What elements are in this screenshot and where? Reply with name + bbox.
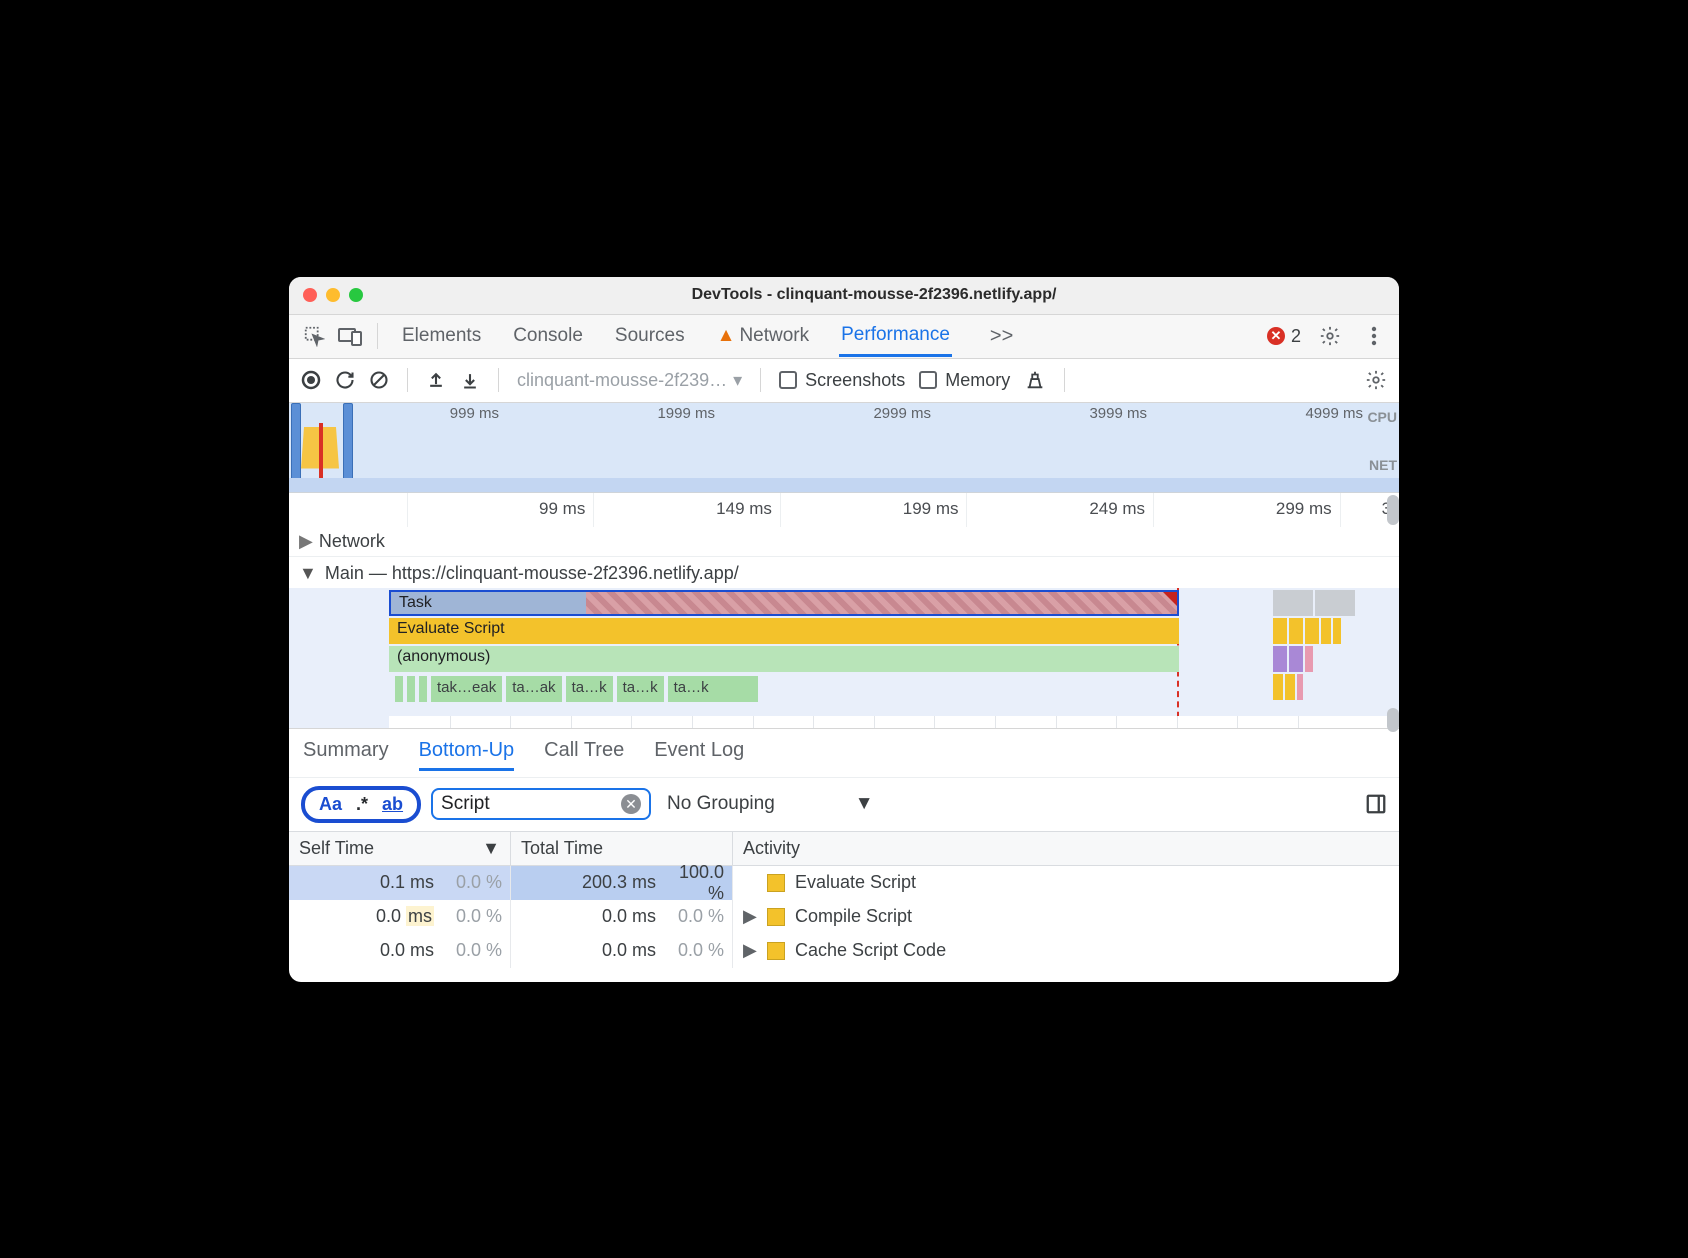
chevron-down-icon: ▾ [733, 370, 742, 391]
window-controls [303, 288, 363, 302]
tab-event-log[interactable]: Event Log [654, 739, 744, 771]
kebab-menu-icon[interactable] [1359, 321, 1389, 351]
sort-desc-icon: ▼ [482, 838, 500, 859]
filter-bar: Aa .* ab Script ✕ No Grouping ▼ [289, 777, 1399, 831]
warning-icon: ▲ [717, 325, 736, 346]
detail-tabstrip: Summary Bottom-Up Call Tree Event Log [289, 728, 1399, 777]
tab-elements[interactable]: Elements [400, 317, 483, 355]
dock-side-icon[interactable] [1365, 793, 1387, 815]
devtools-window: DevTools - clinquant-mousse-2f2396.netli… [289, 277, 1399, 982]
reload-record-icon[interactable] [335, 370, 355, 390]
scrollbar-thumb[interactable] [1387, 495, 1399, 525]
tab-console[interactable]: Console [511, 317, 585, 355]
time-ruler: 99 ms 149 ms 199 ms 249 ms 299 ms 3 [289, 493, 1399, 527]
flame-bar[interactable]: ta…k [566, 676, 613, 702]
collapse-icon: ▶ [299, 531, 313, 552]
download-icon[interactable] [460, 370, 480, 390]
flame-micro-row: tak…eak ta…ak ta…k ta…k ta…k [395, 676, 758, 702]
main-track-header[interactable]: ▼ Main — https://clinquant-mousse-2f2396… [289, 557, 1399, 584]
error-count: 2 [1291, 326, 1301, 347]
chevron-down-icon: ▼ [855, 793, 874, 815]
flame-tail [1273, 590, 1393, 722]
garbage-collect-icon[interactable] [1024, 369, 1046, 391]
color-swatch [767, 908, 785, 926]
overview-minimap[interactable]: 999 ms1999 ms2999 ms3999 ms4999 ms CPU N… [289, 403, 1399, 493]
tabs-overflow[interactable]: >> [990, 325, 1013, 348]
match-options-highlight: Aa .* ab [301, 786, 421, 823]
expand-icon[interactable]: ▶ [743, 940, 757, 961]
flame-bar[interactable]: ta…k [617, 676, 664, 702]
color-swatch [767, 874, 785, 892]
memory-checkbox[interactable]: Memory [919, 370, 1010, 391]
regex-button[interactable]: .* [356, 794, 368, 815]
titlebar: DevTools - clinquant-mousse-2f2396.netli… [289, 277, 1399, 315]
table-row[interactable]: 0.0 ms0.0 % 0.0 ms0.0 % ▶Compile Script [289, 900, 1399, 934]
col-self-time[interactable]: Self Time▼ [289, 832, 511, 865]
minimize-icon[interactable] [326, 288, 340, 302]
window-title: DevTools - clinquant-mousse-2f2396.netli… [363, 286, 1385, 304]
table-body: 0.1 ms0.0 % 200.3 ms100.0 % Evaluate Scr… [289, 866, 1399, 968]
clear-filter-icon[interactable]: ✕ [621, 794, 641, 814]
whole-word-button[interactable]: ab [382, 794, 403, 815]
close-icon[interactable] [303, 288, 317, 302]
tab-network[interactable]: ▲Network [715, 317, 812, 355]
flame-bar[interactable]: tak…eak [431, 676, 502, 702]
screenshots-checkbox[interactable]: Screenshots [779, 370, 905, 391]
expand-icon[interactable]: ▶ [743, 906, 757, 927]
scrollbar-thumb[interactable] [1387, 708, 1399, 732]
record-icon[interactable] [301, 370, 321, 390]
col-total-time[interactable]: Total Time [511, 832, 733, 865]
capture-settings-icon[interactable] [1365, 369, 1387, 391]
flame-bar-task[interactable]: Task [389, 590, 1179, 616]
net-track-label: NET [1367, 457, 1397, 473]
panel-tabstrip: Elements Console Sources ▲Network Perfor… [289, 315, 1399, 359]
grouping-select[interactable]: No Grouping ▼ [667, 793, 874, 815]
settings-icon[interactable] [1315, 321, 1345, 351]
device-toggle-icon[interactable] [335, 321, 365, 351]
table-row[interactable]: 0.1 ms0.0 % 200.3 ms100.0 % Evaluate Scr… [289, 866, 1399, 900]
inspect-icon[interactable] [299, 321, 329, 351]
flame-chart[interactable]: 99 ms 149 ms 199 ms 249 ms 299 ms 3 ▶ Ne… [289, 493, 1399, 728]
color-swatch [767, 942, 785, 960]
tab-performance[interactable]: Performance [839, 316, 952, 357]
network-track-header[interactable]: ▶ Network [289, 527, 1399, 557]
table-header: Self Time▼ Total Time Activity [289, 831, 1399, 866]
filter-input[interactable]: Script ✕ [431, 788, 651, 820]
tab-call-tree[interactable]: Call Tree [544, 739, 624, 771]
flame-bar-evaluate-script[interactable]: Evaluate Script [389, 618, 1179, 644]
overview-ticks: 999 ms1999 ms2999 ms3999 ms4999 ms [289, 405, 1369, 422]
upload-icon[interactable] [426, 370, 446, 390]
clear-icon[interactable] [369, 370, 389, 390]
error-icon: ✕ [1267, 327, 1285, 345]
tab-sources[interactable]: Sources [613, 317, 687, 355]
match-case-button[interactable]: Aa [319, 794, 342, 815]
tab-bottom-up[interactable]: Bottom-Up [419, 739, 515, 771]
error-count-badge[interactable]: ✕ 2 [1267, 326, 1301, 347]
flame-bar[interactable]: ta…ak [506, 676, 561, 702]
recording-selector[interactable]: clinquant-mousse-2f239…▾ [517, 370, 742, 391]
table-row[interactable]: 0.0 ms0.0 % 0.0 ms0.0 % ▶Cache Script Co… [289, 934, 1399, 968]
flame-bar-anonymous[interactable]: (anonymous) [389, 646, 1179, 672]
collapse-icon: ▼ [299, 563, 317, 584]
cpu-track-label: CPU [1367, 409, 1397, 425]
tab-summary[interactable]: Summary [303, 739, 389, 771]
performance-toolbar: clinquant-mousse-2f239…▾ Screenshots Mem… [289, 359, 1399, 403]
maximize-icon[interactable] [349, 288, 363, 302]
flame-bar[interactable]: ta…k [668, 676, 758, 702]
col-activity[interactable]: Activity [733, 832, 1399, 865]
